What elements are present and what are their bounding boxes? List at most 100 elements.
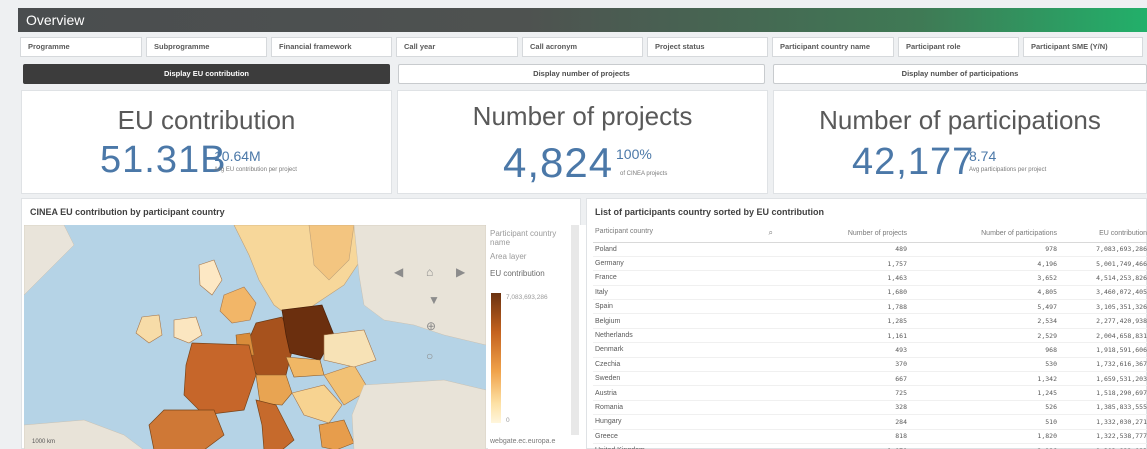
cell-eu-contribution: 1,332,030,271 xyxy=(1063,414,1147,430)
cell-projects: 1,463 xyxy=(783,270,913,286)
map-scale: 1000 km xyxy=(32,439,56,445)
legend-min-value: 0 xyxy=(506,417,510,424)
legend-layer-type: Area layer xyxy=(490,252,527,261)
display-participations-button[interactable]: Display number of participations xyxy=(773,64,1147,84)
cell-participations: 1,342 xyxy=(913,371,1063,387)
map-legend: Participant country name Area layer EU c… xyxy=(488,225,592,449)
cell-projects: 1,788 xyxy=(783,299,913,315)
cell-eu-contribution: 1,518,290,697 xyxy=(1063,385,1147,401)
cell-participations: 4,196 xyxy=(913,256,1063,272)
cell-projects: 1,680 xyxy=(783,285,913,301)
table-row[interactable]: Hungary 284 510 1,332,030,271 xyxy=(593,414,1147,430)
filter-participant-country[interactable]: Participant country name xyxy=(772,37,894,57)
cell-participations: 3,652 xyxy=(913,270,1063,286)
kpi-sub-label: of CINEA projects xyxy=(620,171,668,177)
europe-map[interactable]: ◀ ⌂ ▶ ▼ ⊕ ○ 1000 km xyxy=(24,225,486,449)
kpi-number-of-participations: Number of participations 42,177 8.74 Avg… xyxy=(773,90,1147,194)
filter-subprogramme[interactable]: Subprogramme xyxy=(146,37,267,57)
cell-country: Netherlands xyxy=(593,328,783,344)
cell-country: Greece xyxy=(593,429,783,444)
cell-projects: 1,757 xyxy=(783,256,913,272)
cell-projects: 489 xyxy=(783,242,913,257)
table-row[interactable]: Czechia 370 530 1,732,616,367 xyxy=(593,357,1147,373)
cell-projects: 493 xyxy=(783,342,913,358)
cell-projects: 1,161 xyxy=(783,328,913,344)
table-row[interactable]: Romania 328 526 1,385,833,555 xyxy=(593,400,1147,416)
table-row[interactable]: Sweden 667 1,342 1,659,531,203 xyxy=(593,371,1147,387)
table-row[interactable]: United Kingdom1,0702,1861,303,822,093 xyxy=(593,443,1147,449)
cell-country: Germany xyxy=(593,256,783,272)
pan-down-icon[interactable]: ▼ xyxy=(428,293,440,307)
cell-projects: 725 xyxy=(783,385,913,401)
cell-eu-contribution: 4,514,253,826 xyxy=(1063,270,1147,286)
column-header-projects[interactable]: Number of projects xyxy=(783,225,913,243)
search-icon[interactable]: ⌕ xyxy=(769,228,773,238)
cell-country: Denmark xyxy=(593,342,783,358)
kpi-sub-label: Avg participations per project xyxy=(969,167,1047,173)
search-map-icon[interactable]: ○ xyxy=(426,349,433,363)
filter-call-acronym[interactable]: Call acronym xyxy=(522,37,643,57)
cell-country: Czechia xyxy=(593,357,783,373)
table-row[interactable]: Greece 818 1,820 1,322,538,777 xyxy=(593,429,1147,444)
kpi-sub-label: Avg EU contribution per project xyxy=(214,167,297,173)
cell-participations: 5,497 xyxy=(913,299,1063,315)
display-toggle-row: Display EU contribution Display number o… xyxy=(20,64,1147,84)
display-eu-contribution-button[interactable]: Display EU contribution xyxy=(23,64,390,84)
kpi-title: Number of projects xyxy=(472,101,693,131)
page-title: Overview xyxy=(26,12,85,28)
table-row[interactable]: Netherlands 1,161 2,529 2,004,658,831 xyxy=(593,328,1147,344)
map-canvas[interactable] xyxy=(24,225,486,449)
filter-programme[interactable]: Programme xyxy=(20,37,142,57)
kpi-title: EU contribution xyxy=(117,105,296,135)
filter-participant-role[interactable]: Participant role xyxy=(898,37,1019,57)
cell-projects: 1,285 xyxy=(783,313,913,329)
column-header-participations[interactable]: Number of participations xyxy=(913,225,1063,243)
home-icon[interactable]: ⌂ xyxy=(426,265,433,279)
filter-project-status[interactable]: Project status xyxy=(647,37,768,57)
legend-measure: EU contribution xyxy=(490,269,545,278)
column-header-eu-contribution[interactable]: EU contribution xyxy=(1063,225,1147,243)
cell-eu-contribution: 7,083,693,286 xyxy=(1063,242,1147,257)
table-row[interactable]: Austria 725 1,245 1,518,290,697 xyxy=(593,385,1147,401)
kpi-sub-value: 8.74 xyxy=(969,148,997,164)
pan-right-icon[interactable]: ▶ xyxy=(456,265,465,279)
cell-participations: 526 xyxy=(913,400,1063,416)
kpi-title: Number of participations xyxy=(819,105,1101,135)
cell-projects: 818 xyxy=(783,429,913,444)
zoom-in-icon[interactable]: ⊕ xyxy=(426,319,436,333)
table-row[interactable]: France 1,463 3,652 4,514,253,826 xyxy=(593,270,1147,286)
cell-participations: 968 xyxy=(913,342,1063,358)
table-row[interactable]: Italy 1,680 4,805 3,460,072,405 xyxy=(593,285,1147,301)
filter-financial-framework[interactable]: Financial framework xyxy=(271,37,392,57)
cell-country: Poland xyxy=(593,242,783,257)
column-header-country[interactable]: Participant country ⌕ xyxy=(593,225,783,243)
cell-projects: 370 xyxy=(783,357,913,373)
cell-eu-contribution: 1,322,538,777 xyxy=(1063,429,1147,444)
cell-eu-contribution: 2,004,658,831 xyxy=(1063,328,1147,344)
cell-eu-contribution: 1,303,822,093 xyxy=(1063,443,1147,449)
cell-country: Belgium xyxy=(593,313,783,329)
table-row[interactable]: Spain 1,788 5,497 3,105,351,326 xyxy=(593,299,1147,315)
map-attribution[interactable]: webgate.ec.europa.e xyxy=(490,437,555,446)
display-projects-button[interactable]: Display number of projects xyxy=(398,64,765,84)
table-panel: List of participants country sorted by E… xyxy=(586,198,1147,449)
filter-call-year[interactable]: Call year xyxy=(396,37,518,57)
table-row[interactable]: Germany 1,757 4,196 5,001,749,466 xyxy=(593,256,1147,272)
legend-max-value: 7,083,693,286 xyxy=(506,294,548,301)
cell-projects: 1,070 xyxy=(783,443,913,449)
cell-participations: 2,534 xyxy=(913,313,1063,329)
filter-participant-sme[interactable]: Participant SME (Y/N) xyxy=(1023,37,1143,57)
table-row[interactable]: Belgium 1,285 2,534 2,277,420,938 xyxy=(593,313,1147,329)
cell-country: United Kingdom xyxy=(593,443,783,449)
cell-projects: 328 xyxy=(783,400,913,416)
cell-eu-contribution: 1,659,531,203 xyxy=(1063,371,1147,387)
table-header-row: Participant country ⌕ Number of projects… xyxy=(593,225,1147,243)
cell-participations: 1,245 xyxy=(913,385,1063,401)
legend-scrollbar[interactable] xyxy=(571,225,579,435)
table-row[interactable]: Denmark 493 968 1,918,591,606 xyxy=(593,342,1147,358)
table-row[interactable]: Poland 489 978 7,083,693,286 xyxy=(593,242,1147,257)
cell-country: Austria xyxy=(593,385,783,401)
pan-left-icon[interactable]: ◀ xyxy=(394,265,403,279)
cell-eu-contribution: 1,918,591,606 xyxy=(1063,342,1147,358)
map-panel: CINEA EU contribution by participant cou… xyxy=(21,198,592,449)
